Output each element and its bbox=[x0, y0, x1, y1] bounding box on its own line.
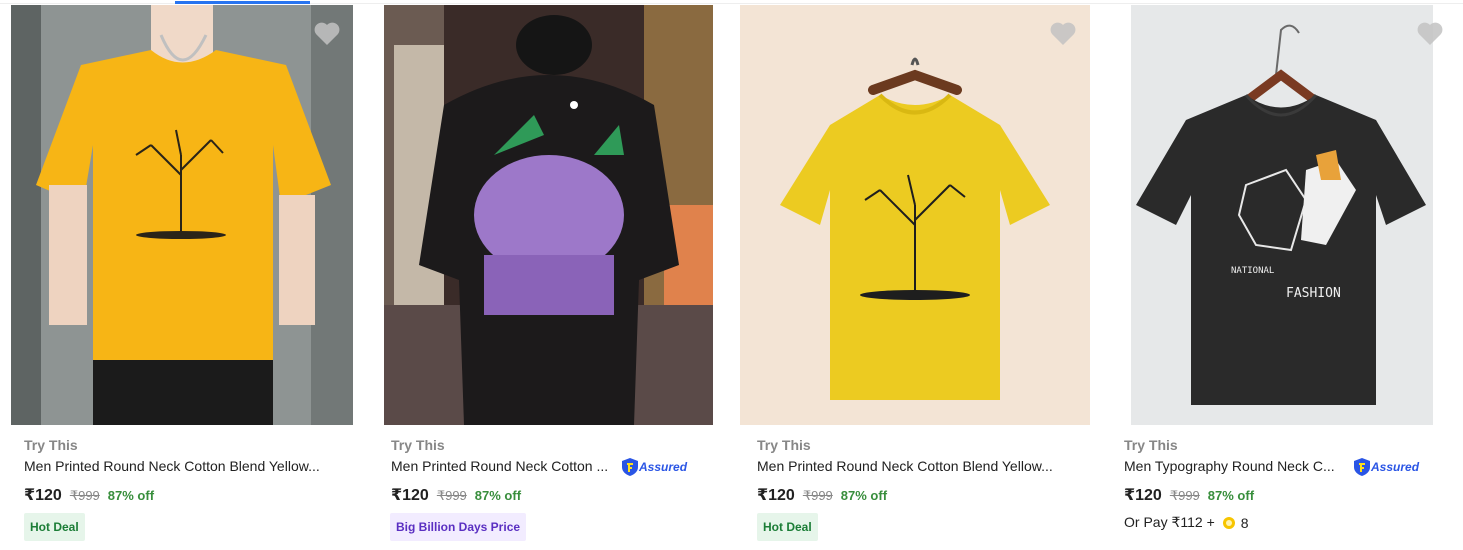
discount-percent: 87% off bbox=[840, 488, 888, 503]
supercoin-offer: Or Pay ₹112 + 8 bbox=[1124, 514, 1249, 531]
product-title[interactable]: Men Printed Round Neck Cotton Blend Yell… bbox=[24, 458, 320, 474]
shield-icon bbox=[1354, 458, 1370, 476]
wishlist-heart-icon[interactable] bbox=[311, 17, 343, 49]
wishlist-heart-icon[interactable] bbox=[1047, 17, 1079, 49]
deal-badge: Hot Deal bbox=[757, 513, 818, 541]
assured-label: Assured bbox=[1371, 460, 1420, 474]
selling-price: ₹120 bbox=[391, 487, 429, 504]
discount-percent: 87% off bbox=[1207, 488, 1255, 503]
original-price: ₹999 bbox=[436, 488, 467, 503]
discount-percent: 87% off bbox=[474, 488, 522, 503]
assured-label: Assured bbox=[639, 460, 688, 474]
coin-count: 8 bbox=[1240, 514, 1249, 531]
product-image[interactable] bbox=[740, 5, 1090, 425]
deal-badge: Hot Deal bbox=[24, 513, 85, 541]
svg-text:NATIONAL: NATIONAL bbox=[1231, 266, 1274, 276]
original-price: ₹999 bbox=[69, 488, 100, 503]
price-row: ₹120 ₹999 87% off bbox=[757, 485, 887, 505]
wishlist-heart-icon[interactable] bbox=[1414, 17, 1446, 49]
original-price: ₹999 bbox=[802, 488, 833, 503]
discount-percent: 87% off bbox=[107, 488, 155, 503]
or-pay-label: Or Pay ₹112 + bbox=[1124, 514, 1215, 530]
tab-strip bbox=[0, 0, 1463, 4]
product-image[interactable] bbox=[384, 5, 713, 425]
shield-icon bbox=[622, 458, 638, 476]
active-tab-indicator bbox=[175, 1, 310, 4]
assured-badge: Assured bbox=[622, 458, 687, 476]
product-title[interactable]: Men Printed Round Neck Cotton Blend Yell… bbox=[757, 458, 1053, 474]
price-row: ₹120 ₹999 87% off bbox=[1124, 485, 1254, 505]
product-title[interactable]: Men Printed Round Neck Cotton ... bbox=[391, 458, 608, 474]
product-card[interactable]: Try This Men Printed Round Neck Cotton .… bbox=[384, 5, 714, 550]
deal-badge: Big Billion Days Price bbox=[390, 513, 527, 541]
product-card[interactable]: NATIONAL FASHION Try This Men Typography… bbox=[1120, 5, 1463, 550]
selling-price: ₹120 bbox=[24, 487, 62, 504]
product-brand: Try This bbox=[1124, 437, 1178, 453]
assured-badge: Assured bbox=[1354, 458, 1419, 476]
product-brand: Try This bbox=[24, 437, 78, 453]
product-card[interactable]: Try This Men Printed Round Neck Cotton B… bbox=[11, 5, 353, 550]
supercoin-icon bbox=[1222, 516, 1235, 529]
selling-price: ₹120 bbox=[757, 487, 795, 504]
price-row: ₹120 ₹999 87% off bbox=[391, 485, 521, 505]
product-brand: Try This bbox=[391, 437, 445, 453]
svg-text:FASHION: FASHION bbox=[1286, 286, 1341, 301]
selling-price: ₹120 bbox=[1124, 487, 1162, 504]
original-price: ₹999 bbox=[1169, 488, 1200, 503]
product-title[interactable]: Men Typography Round Neck C... bbox=[1124, 458, 1335, 474]
product-image[interactable]: NATIONAL FASHION bbox=[1131, 5, 1433, 425]
product-image[interactable] bbox=[11, 5, 353, 425]
product-brand: Try This bbox=[757, 437, 811, 453]
product-card[interactable]: Try This Men Printed Round Neck Cotton B… bbox=[740, 5, 1092, 550]
price-row: ₹120 ₹999 87% off bbox=[24, 485, 154, 505]
